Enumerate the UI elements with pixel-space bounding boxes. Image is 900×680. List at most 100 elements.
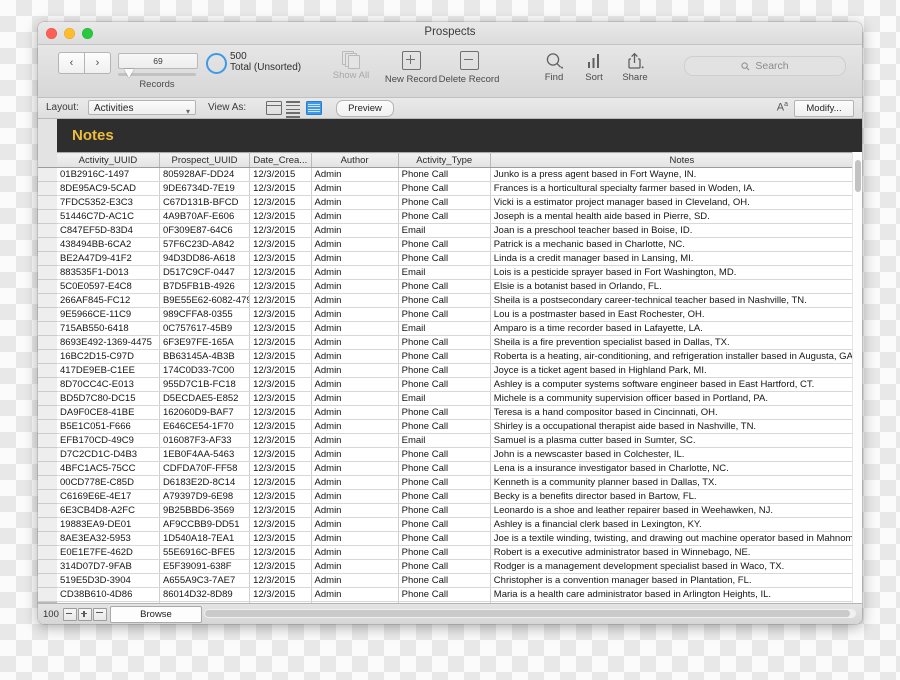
table-row[interactable]: CD38B610-4D86 86014D32-8D89 12/3/2015 Admin…	[57, 587, 862, 602]
row-selector[interactable]	[38, 490, 57, 504]
cell-date_created[interactable]: 12/3/2015	[249, 321, 312, 336]
cell-notes[interactable]: Rodger is a management development speci…	[490, 559, 862, 574]
cell-prospect_uuid[interactable]: 955D7C1B-FC18	[159, 377, 251, 392]
cell-notes[interactable]: Ashley is a computer systems software en…	[490, 377, 862, 392]
sort-button[interactable]: Sort	[572, 51, 616, 83]
cell-date_created[interactable]: 12/3/2015	[249, 377, 312, 392]
cell-notes[interactable]: Samuel is a plasma cutter based in Sumte…	[490, 433, 862, 448]
row-selector[interactable]	[38, 266, 57, 280]
table-row[interactable]: C6169E6E-4E17 A79397D9-6E98 12/3/2015 Admin…	[57, 489, 862, 504]
new-record-button[interactable]: New Record	[382, 51, 440, 85]
cell-notes[interactable]: Patrick is a mechanic based in Charlotte…	[490, 237, 862, 252]
cell-activity_type[interactable]: Phone Call	[398, 279, 491, 294]
cell-activity_type[interactable]: Phone Call	[398, 251, 491, 266]
cell-notes[interactable]: John is a newscaster based in Colchester…	[490, 447, 862, 462]
cell-author[interactable]: Admin	[311, 237, 399, 252]
cell-date_created[interactable]: 12/3/2015	[249, 419, 312, 434]
row-selector[interactable]	[38, 588, 57, 602]
cell-notes[interactable]: Joe is a textile winding, twisting, and …	[490, 531, 862, 546]
table-row[interactable]: C847EF5D-83D4 0F309E87-64C6 12/3/2015 Admin…	[57, 223, 862, 238]
cell-author[interactable]: Admin	[311, 433, 399, 448]
cell-activity_type[interactable]: Email	[398, 391, 491, 406]
row-selector[interactable]	[38, 462, 57, 476]
cell-date_created[interactable]: 12/3/2015	[249, 279, 312, 294]
cell-activity_uuid[interactable]: 51446C7D-AC1C	[57, 209, 160, 224]
cell-activity_uuid[interactable]: 8AE3EA32-5953	[57, 531, 160, 546]
cell-notes[interactable]: Lena is a insurance investigator based i…	[490, 461, 862, 476]
cell-author[interactable]: Admin	[311, 195, 399, 210]
row-selector[interactable]	[38, 308, 57, 322]
cell-date_created[interactable]: 12/3/2015	[249, 447, 312, 462]
cell-date_created[interactable]: 12/3/2015	[249, 475, 312, 490]
cell-prospect_uuid[interactable]: AF9CCBB9-DD51	[159, 517, 251, 532]
cell-prospect_uuid[interactable]: 9DE6734D-7E19	[159, 181, 251, 196]
cell-activity_uuid[interactable]: CD38B610-4D86	[57, 587, 160, 602]
cell-date_created[interactable]: 12/3/2015	[249, 573, 312, 588]
cell-activity_type[interactable]: Phone Call	[398, 517, 491, 532]
vertical-scrollbar-thumb[interactable]	[854, 160, 861, 192]
cell-activity_type[interactable]: Phone Call	[398, 419, 491, 434]
cell-activity_type[interactable]: Phone Call	[398, 559, 491, 574]
column-header-author[interactable]: Author	[311, 152, 399, 168]
table-row[interactable]: 19883EA9-DE01 AF9CCBB9-DD51 12/3/2015 Admin…	[57, 517, 862, 532]
cell-author[interactable]: Admin	[311, 251, 399, 266]
cell-notes[interactable]: Frances is a horticultural specialty far…	[490, 181, 862, 196]
row-selector[interactable]	[38, 252, 57, 266]
cell-date_created[interactable]: 12/3/2015	[249, 517, 312, 532]
cell-activity_uuid[interactable]: 01B2916C-1497	[57, 167, 160, 182]
table-row[interactable]: 6E3CB4D8-A2FC 9B25BBD6-3569 12/3/2015 Admin…	[57, 503, 862, 518]
table-row[interactable]: 8693E492-1369-4475 6F3E97FE-165A 12/3/2015…	[57, 335, 862, 350]
cell-prospect_uuid[interactable]: 94D3DD86-A618	[159, 251, 251, 266]
cell-notes[interactable]: Christopher is a convention manager base…	[490, 573, 862, 588]
cell-notes[interactable]: Joseph is a mental health aide based in …	[490, 209, 862, 224]
cell-activity_uuid[interactable]: 314D07D7-9FAB	[57, 559, 160, 574]
cell-author[interactable]: Admin	[311, 307, 399, 322]
cell-notes[interactable]: Sheila is a postsecondary career-technic…	[490, 293, 862, 308]
cell-notes[interactable]: Lou is a postmaster based in East Roches…	[490, 307, 862, 322]
cell-notes[interactable]: Leonardo is a shoe and leather repairer …	[490, 503, 862, 518]
zoom-out-button[interactable]	[63, 608, 77, 621]
cell-activity_type[interactable]: Phone Call	[398, 209, 491, 224]
cell-notes[interactable]: Junko is a press agent based in Fort Way…	[490, 167, 862, 182]
table-row[interactable]: 715AB550-6418 0C757617-45B9 12/3/2015 Admin…	[57, 321, 862, 336]
cell-activity_uuid[interactable]: 5C0E0597-E4C8	[57, 279, 160, 294]
cell-author[interactable]: Admin	[311, 335, 399, 350]
row-selector[interactable]	[38, 350, 57, 364]
cell-date_created[interactable]: 12/3/2015	[249, 209, 312, 224]
cell-author[interactable]: Admin	[311, 363, 399, 378]
horizontal-scrollbar[interactable]	[204, 609, 856, 618]
cell-prospect_uuid[interactable]: A655A9C3-7AE7	[159, 573, 251, 588]
cell-notes[interactable]: Ashley is a financial clerk based in Lex…	[490, 517, 862, 532]
search-input[interactable]: Search	[684, 56, 846, 76]
cell-notes[interactable]: Teresa is a hand compositor based in Cin…	[490, 405, 862, 420]
cell-activity_type[interactable]: Email	[398, 433, 491, 448]
cell-author[interactable]: Admin	[311, 545, 399, 560]
table-row[interactable]: BE2A47D9-41F2 94D3DD86-A618 12/3/2015 Admin…	[57, 251, 862, 266]
table-row[interactable]: DA9F0CE8-41BE 162060D9-BAF7 12/3/2015 Admin…	[57, 405, 862, 420]
cell-activity_type[interactable]: Phone Call	[398, 573, 491, 588]
cell-activity_uuid[interactable]: C6169E6E-4E17	[57, 489, 160, 504]
table-row[interactable]: 8DE95AC9-5CAD 9DE6734D-7E19 12/3/2015 Admin…	[57, 181, 862, 196]
cell-date_created[interactable]: 12/3/2015	[249, 223, 312, 238]
cell-date_created[interactable]: 12/3/2015	[249, 307, 312, 322]
horizontal-scrollbar-thumb[interactable]	[205, 610, 851, 617]
cell-prospect_uuid[interactable]: 016087F3-AF33	[159, 433, 251, 448]
share-button[interactable]: Share	[612, 51, 658, 83]
cell-activity_type[interactable]: Phone Call	[398, 181, 491, 196]
cell-activity_uuid[interactable]: B5E1C051-F666	[57, 419, 160, 434]
cell-notes[interactable]: Amparo is a time recorder based in Lafay…	[490, 321, 862, 336]
next-record-button[interactable]: ›	[84, 52, 111, 74]
table-row[interactable]: 883535F1-D013 D517C9CF-0447 12/3/2015 Admin…	[57, 265, 862, 280]
cell-activity_uuid[interactable]: 16BC2D15-C97D	[57, 349, 160, 364]
row-selector[interactable]	[38, 378, 57, 392]
record-slider[interactable]	[118, 69, 196, 78]
cell-author[interactable]: Admin	[311, 167, 399, 182]
cell-prospect_uuid[interactable]: 9B25BBD6-3569	[159, 503, 251, 518]
cell-prospect_uuid[interactable]: 4A9B70AF-E606	[159, 209, 251, 224]
cell-prospect_uuid[interactable]: C67D131B-BFCD	[159, 195, 251, 210]
cell-activity_uuid[interactable]: BD5D7C80-DC15	[57, 391, 160, 406]
record-slider-knob[interactable]	[124, 69, 134, 78]
cell-date_created[interactable]: 12/3/2015	[249, 559, 312, 574]
table-row[interactable]: 00CD778E-C85D D6183E2D-8C14 12/3/2015 Admin…	[57, 475, 862, 490]
cell-date_created[interactable]: 12/3/2015	[249, 181, 312, 196]
